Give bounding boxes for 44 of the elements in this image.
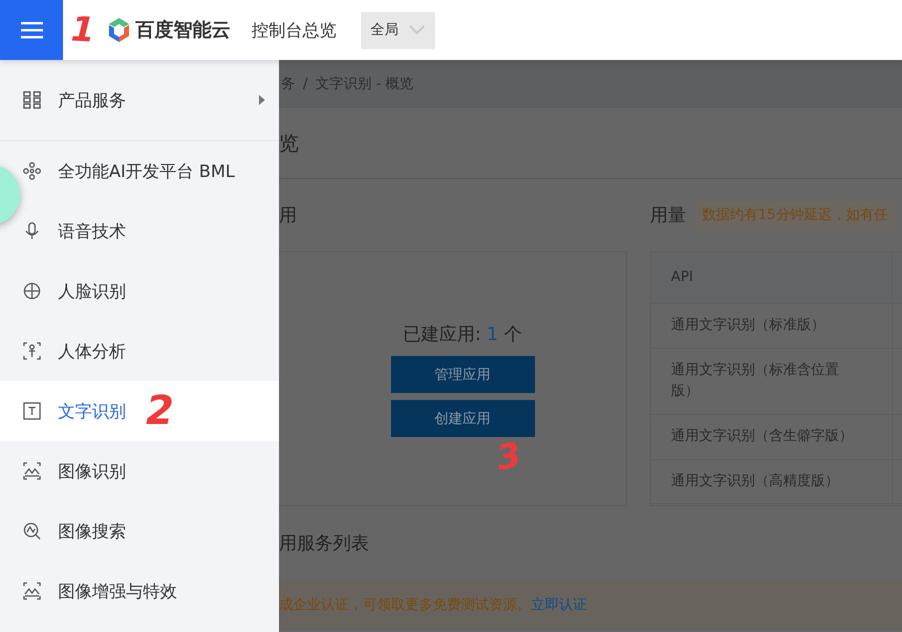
sidebar-item[interactable]: 人体分析 xyxy=(0,321,279,381)
product-services-item[interactable]: 产品服务 xyxy=(0,60,279,141)
microphone-icon xyxy=(23,222,41,240)
console-overview-link[interactable]: 控制台总览 xyxy=(252,18,337,42)
table-cell-text: 通用文字识别（标准含位置版） xyxy=(670,360,840,402)
delay-notice: 数据约有15分钟延迟，如有任 xyxy=(694,201,896,229)
person-frame-icon xyxy=(23,342,41,360)
annotation-mark: 2 xyxy=(146,391,174,431)
sidebar-item[interactable]: 全功能AI开发平台 BML xyxy=(0,141,279,201)
sidebar-item[interactable]: 语音技术 xyxy=(0,201,279,261)
text-box-icon xyxy=(23,402,41,420)
image-frame-icon xyxy=(23,582,41,600)
logo-icon xyxy=(106,17,131,43)
image-search-icon xyxy=(23,522,41,540)
breadcrumb-separator: / xyxy=(303,76,308,92)
page-title: 览 xyxy=(279,130,299,156)
manage-apps-button[interactable]: 管理应用 xyxy=(390,356,534,393)
chevron-down-icon xyxy=(408,25,425,35)
sidebar-item[interactable]: 人脸识别 xyxy=(0,261,279,321)
annotation-mark: 3 xyxy=(494,438,523,476)
globe-icon xyxy=(23,282,41,300)
app-count-text: 已建应用: 1 个 xyxy=(403,323,522,346)
table-cell-text: 通用文字识别（高精度版） xyxy=(670,472,840,491)
caret-right-icon xyxy=(259,95,265,105)
table-cell-text: 通用文字识别（含生僻字版） xyxy=(670,427,854,446)
annotation-mark: 1 xyxy=(70,12,96,48)
section-title: 用量 xyxy=(650,204,686,227)
menu-icon xyxy=(20,21,42,39)
section-title: 用服务列表 xyxy=(279,532,370,556)
create-app-button[interactable]: 创建应用 xyxy=(390,400,534,437)
grid-icon xyxy=(23,91,41,109)
image-frame-icon xyxy=(23,462,41,480)
logo-text: 百度智能云 xyxy=(136,18,231,43)
table-cell-text: 通用文字识别（标准版） xyxy=(670,316,826,335)
sidebar-item[interactable]: 图像增强与特效 xyxy=(0,561,279,621)
section-title: 用 xyxy=(279,204,298,228)
notice-text: 成企业认证，可领取更多免费测试资源。 xyxy=(279,596,531,614)
column-header: API xyxy=(670,268,694,287)
menu-button[interactable] xyxy=(0,0,63,60)
sidebar-item[interactable]: 文字识别 2 xyxy=(0,381,279,441)
region-select[interactable]: 全局 xyxy=(360,12,435,48)
sidebar-item[interactable]: 图像识别 xyxy=(0,441,279,501)
nodes-icon xyxy=(23,162,41,180)
sidebar-item[interactable]: 图像搜索 xyxy=(0,501,279,561)
